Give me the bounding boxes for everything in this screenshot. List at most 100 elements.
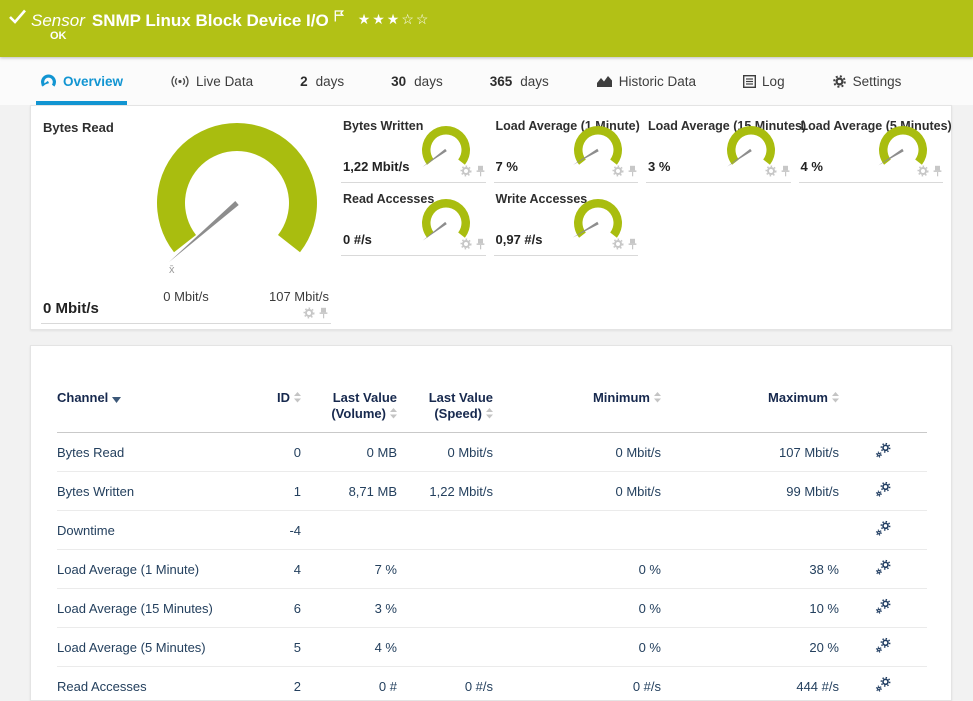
cell-last_speed: 0 #/s (397, 667, 493, 701)
gauge-gear-icon[interactable] (765, 165, 777, 177)
channel-settings-icon[interactable] (875, 447, 892, 462)
table-row: Load Average (5 Minutes)54 %0 %20 % (57, 628, 927, 667)
channel-settings-icon[interactable] (875, 486, 892, 501)
column-header-actions (839, 390, 927, 433)
column-header-max[interactable]: Maximum (661, 390, 839, 433)
channel-settings-cell (839, 511, 927, 550)
channel-table: ChannelIDLast Value(Volume)Last Value(Sp… (57, 390, 927, 701)
tab-historic-data[interactable]: Historic Data (596, 57, 696, 105)
channel-settings-cell (839, 472, 927, 511)
column-header-last_volume[interactable]: Last Value(Volume) (301, 390, 397, 433)
table-row: Read Accesses20 #0 #/s0 #/s444 #/s (57, 667, 927, 701)
gauge-gear-icon[interactable] (917, 165, 929, 177)
primary-gauge[interactable] (137, 117, 337, 290)
column-header-min[interactable]: Minimum (493, 390, 661, 433)
column-header-last_speed[interactable]: Last Value(Speed) (397, 390, 493, 433)
tab-label: Live Data (196, 74, 253, 89)
cell-last_volume: 0 MB (301, 433, 397, 472)
channel-settings-icon[interactable] (875, 642, 892, 657)
table-row: Downtime-4 (57, 511, 927, 550)
cell-max: 20 % (661, 628, 839, 667)
flag-icon[interactable] (334, 7, 344, 27)
tab-label: Historic Data (619, 74, 696, 89)
tab-live-data[interactable]: Live Data (170, 57, 253, 105)
channel-settings-cell (839, 667, 927, 701)
gauge-block-load-average-15-minutes: Load Average (15 Minutes)3 % (646, 113, 791, 183)
channel-settings-cell (839, 550, 927, 589)
small-gauges-grid: Bytes Written 1,22 Mbit/s Load Average (1 … (341, 113, 943, 256)
tab-number: 2 (300, 74, 308, 89)
gauge-gear-icon[interactable] (612, 165, 624, 177)
tab-label: Log (762, 74, 785, 89)
tab-bar: OverviewLive Data2days30days365daysHisto… (0, 57, 973, 105)
tab-2-days[interactable]: 2days (300, 57, 344, 105)
gauge-title: Bytes Written (343, 119, 423, 133)
status-badge: OK (50, 30, 67, 42)
tab-log[interactable]: Log (743, 57, 785, 105)
stars-filled: ★★★ (358, 11, 402, 27)
cell-channel: Load Average (15 Minutes) (57, 589, 239, 628)
gauge-block-read-accesses: Read Accesses0 #/s (341, 186, 486, 256)
gauge-value: 1,22 Mbit/s (343, 159, 409, 174)
cell-last_speed (397, 511, 493, 550)
gauge-block-bytes-written: Bytes Written 1,22 Mbit/s (341, 113, 486, 183)
gauges-panel: Bytes Read x̄ 0 Mbit/s 107 Mbit/s 0 Mbit… (30, 105, 952, 330)
cell-channel: Downtime (57, 511, 239, 550)
table-row: Bytes Written18,71 MB1,22 Mbit/s0 Mbit/s… (57, 472, 927, 511)
gauge-gear-icon[interactable] (460, 165, 472, 177)
gauge-value: 0 #/s (343, 232, 372, 247)
column-header-channel[interactable]: Channel (57, 390, 239, 433)
primary-gauge-title: Bytes Read (43, 120, 114, 135)
cell-min: 0 % (493, 628, 661, 667)
channel-settings-icon[interactable] (875, 525, 892, 540)
tab-label: Overview (63, 74, 123, 89)
gauge-pin-icon[interactable] (780, 165, 791, 177)
tab-settings[interactable]: Settings (832, 57, 902, 105)
gauge-block-load-average-5-minutes: Load Average (5 Minutes)4 % (799, 113, 944, 183)
cell-last_volume: 0 # (301, 667, 397, 701)
column-header-id[interactable]: ID (239, 390, 301, 433)
cell-last_volume: 7 % (301, 550, 397, 589)
gauge-pin-icon[interactable] (627, 165, 638, 177)
cell-id: 2 (239, 667, 301, 701)
gauge-gear-icon[interactable] (612, 238, 624, 250)
ok-check-icon (9, 9, 26, 29)
tab-overview[interactable]: Overview (40, 57, 123, 105)
cell-id: 6 (239, 589, 301, 628)
tab-365-days[interactable]: 365days (490, 57, 549, 105)
cell-channel: Bytes Written (57, 472, 239, 511)
cell-max: 38 % (661, 550, 839, 589)
tab-label: days (520, 74, 549, 89)
object-kind-label: Sensor (31, 11, 85, 30)
cell-channel: Bytes Read (57, 433, 239, 472)
gauge-value: 4 % (801, 159, 823, 174)
tab-30-days[interactable]: 30days (391, 57, 443, 105)
cell-last_volume (301, 511, 397, 550)
gauge-pin-icon[interactable] (627, 238, 638, 250)
gauge-gear-icon[interactable] (460, 238, 472, 250)
channel-settings-cell (839, 589, 927, 628)
column-label: Maximum (768, 390, 828, 405)
priority-stars[interactable]: ★★★☆☆ (358, 11, 431, 27)
channel-settings-icon[interactable] (875, 681, 892, 696)
cell-max: 10 % (661, 589, 839, 628)
channel-settings-icon[interactable] (875, 603, 892, 618)
channel-table-panel: ChannelIDLast Value(Volume)Last Value(Sp… (30, 345, 952, 701)
gauge-pin-icon[interactable] (932, 165, 943, 177)
cell-channel: Load Average (5 Minutes) (57, 628, 239, 667)
cell-id: 5 (239, 628, 301, 667)
channel-settings-icon[interactable] (875, 564, 892, 579)
column-label-line2: (Speed) (434, 406, 482, 421)
gauge-pin-icon[interactable] (318, 307, 329, 319)
cell-channel: Read Accesses (57, 667, 239, 701)
gauge-pin-icon[interactable] (475, 165, 486, 177)
column-label: Channel (57, 390, 108, 405)
gauge-gear-icon[interactable] (303, 307, 315, 319)
gauge-block-load-average-1-minute: Load Average (1 Minute)7 % (494, 113, 639, 183)
sensor-status-banner: SensorSNMP Linux Block Device I/O★★★☆☆ O… (0, 0, 973, 57)
gauge-icon (40, 73, 57, 90)
cell-max: 107 Mbit/s (661, 433, 839, 472)
column-label: Last Value (429, 390, 493, 405)
gauge-pin-icon[interactable] (475, 238, 486, 250)
channel-settings-cell (839, 433, 927, 472)
